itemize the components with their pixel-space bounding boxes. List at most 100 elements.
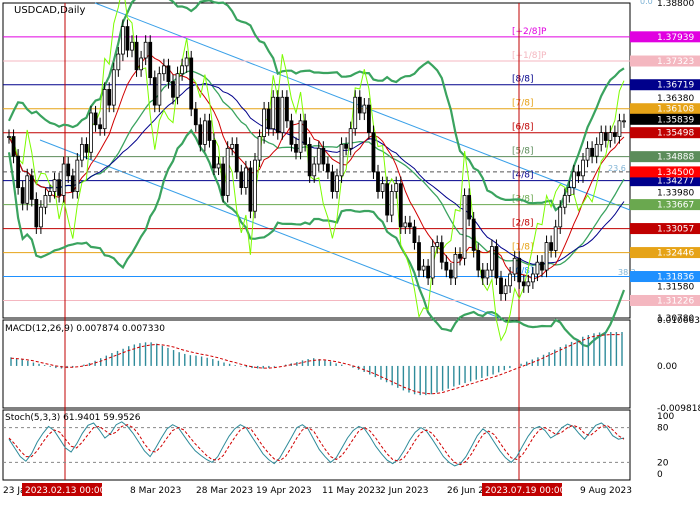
candle-body-7[interactable] [38, 206, 43, 228]
candle-body-41[interactable] [193, 108, 198, 126]
candle-body-43[interactable] [202, 120, 207, 145]
candle-body-99[interactable] [458, 253, 462, 259]
candle-body-128[interactable] [590, 147, 595, 157]
candle-body-116[interactable] [535, 261, 540, 275]
candle-body-85[interactable] [394, 183, 399, 192]
candle-body-6[interactable] [34, 198, 39, 228]
candle-body-68[interactable] [316, 147, 321, 165]
candle-body-115[interactable] [530, 273, 535, 283]
candle-body-129[interactable] [594, 143, 599, 157]
candle-body-73[interactable] [339, 143, 344, 177]
candle-body-49[interactable] [230, 143, 235, 149]
candle-body-111[interactable] [512, 257, 517, 275]
candle-body-16[interactable] [79, 143, 84, 161]
candle-body-27[interactable] [130, 41, 134, 51]
candle-body-113[interactable] [521, 281, 526, 287]
candle-body-14[interactable] [70, 175, 75, 192]
candle-body-0[interactable] [7, 136, 11, 138]
candle-body-109[interactable] [503, 285, 508, 295]
candle-body-119[interactable] [549, 242, 554, 251]
candle-body-122[interactable] [562, 195, 567, 208]
candle-body-44[interactable] [207, 120, 212, 141]
candle-body-101[interactable] [467, 195, 472, 220]
candle-body-117[interactable] [540, 261, 544, 271]
candle-body-84[interactable] [389, 191, 394, 216]
candle-body-36[interactable] [171, 81, 175, 98]
candle-body-133[interactable] [612, 132, 617, 137]
candle-body-38[interactable] [180, 65, 185, 75]
candle-body-112[interactable] [517, 257, 522, 283]
candle-body-132[interactable] [608, 132, 613, 141]
candle-body-114[interactable] [526, 281, 531, 287]
candle-body-66[interactable] [307, 143, 312, 177]
candle-body-17[interactable] [84, 143, 89, 153]
candle-body-123[interactable] [567, 187, 572, 196]
candle-body-56[interactable] [262, 108, 267, 137]
candle-body-9[interactable] [48, 191, 52, 196]
candle-body-51[interactable] [239, 171, 244, 189]
candle-body-131[interactable] [603, 132, 608, 141]
candle-body-34[interactable] [161, 65, 166, 75]
candle-body-75[interactable] [348, 128, 353, 149]
candle-body-104[interactable] [480, 269, 485, 279]
candle-body-100[interactable] [462, 195, 467, 259]
candle-body-63[interactable] [294, 143, 298, 153]
candle-body-74[interactable] [344, 143, 349, 149]
candle-body-134[interactable] [617, 120, 622, 137]
candle-body-64[interactable] [298, 120, 303, 153]
candle-body-71[interactable] [330, 171, 335, 192]
candle-body-32[interactable] [152, 77, 157, 106]
candle-body-94[interactable] [435, 242, 440, 247]
candle-body-90[interactable] [417, 242, 421, 271]
candle-body-15[interactable] [75, 159, 80, 192]
candle-body-4[interactable] [25, 175, 30, 204]
candle-body-48[interactable] [225, 147, 230, 196]
candle-body-121[interactable] [558, 206, 563, 228]
candle-body-2[interactable] [16, 155, 21, 189]
candle-body-98[interactable] [453, 253, 458, 279]
candle-body-76[interactable] [353, 96, 358, 130]
candle-body-52[interactable] [243, 167, 248, 189]
candle-body-31[interactable] [148, 41, 153, 79]
candle-body-88[interactable] [407, 222, 412, 228]
candle-body-70[interactable] [325, 163, 330, 173]
candle-body-127[interactable] [585, 147, 590, 161]
candle-body-72[interactable] [335, 175, 339, 192]
candle-body-29[interactable] [139, 57, 144, 71]
candle-body-26[interactable] [125, 26, 130, 51]
candle-body-108[interactable] [499, 277, 503, 295]
candle-body-120[interactable] [553, 226, 558, 251]
candle-body-106[interactable] [489, 246, 494, 271]
candle-body-11[interactable] [57, 179, 62, 196]
candle-body-110[interactable] [508, 273, 513, 287]
candle-body-61[interactable] [284, 96, 289, 122]
candle-body-80[interactable] [371, 132, 376, 173]
candle-body-125[interactable] [576, 171, 581, 177]
candle-body-37[interactable] [175, 73, 180, 98]
candle-body-1[interactable] [11, 136, 16, 157]
candle-body-33[interactable] [157, 73, 162, 106]
candle-body-21[interactable] [102, 89, 107, 130]
candle-body-50[interactable] [234, 143, 239, 173]
candle-body-22[interactable] [107, 89, 112, 106]
candle-body-20[interactable] [98, 124, 103, 130]
candle-body-25[interactable] [120, 26, 125, 55]
candle-body-13[interactable] [66, 163, 71, 177]
candle-body-67[interactable] [312, 163, 317, 177]
chart-window[interactable]: [+2/8]P [+1/8]P [8/8] [7/8] [6/8] [5/8] [4/8][… [0, 0, 700, 500]
candle-body-89[interactable] [412, 226, 417, 243]
candle-body-107[interactable] [494, 246, 499, 279]
candle-body-130[interactable] [599, 132, 604, 145]
candle-body-55[interactable] [257, 136, 262, 161]
candle-body-60[interactable] [280, 96, 285, 134]
candle-body-83[interactable] [385, 183, 390, 216]
candle-body-87[interactable] [403, 222, 408, 228]
candle-body-8[interactable] [43, 195, 48, 208]
candle-body-42[interactable] [198, 124, 203, 145]
candle-body-5[interactable] [29, 175, 34, 200]
candle-body-46[interactable] [216, 163, 221, 169]
candle-body-102[interactable] [471, 218, 476, 251]
candle-body-69[interactable] [321, 147, 326, 165]
candle-body-45[interactable] [212, 140, 216, 169]
candle-body-79[interactable] [366, 104, 371, 134]
